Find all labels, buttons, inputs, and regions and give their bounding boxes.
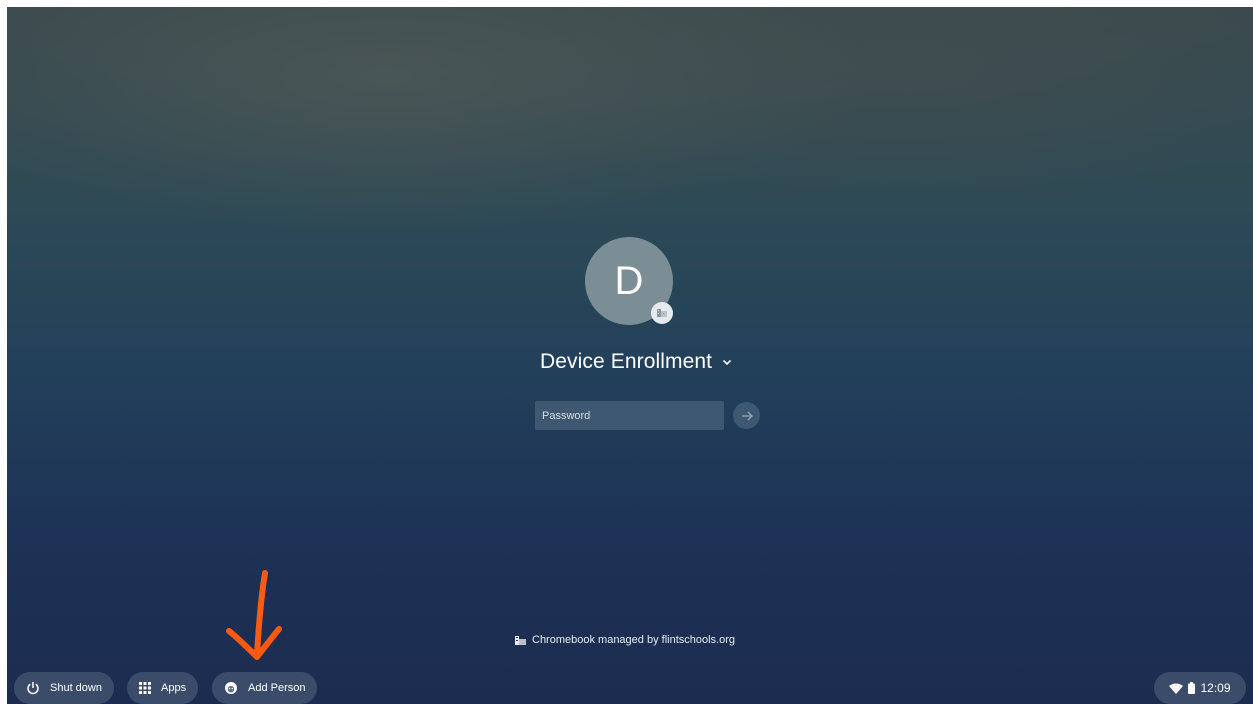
status-tray[interactable]: 12:09	[1154, 672, 1246, 704]
login-screen: D Device Enrollment Chromebook managed b…	[7, 7, 1253, 704]
chevron-down-icon	[722, 359, 732, 366]
grid-icon	[139, 682, 151, 694]
add-person-label: Add Person	[248, 682, 306, 694]
annotation-arrow-icon	[226, 570, 282, 660]
shutdown-label: Shut down	[50, 682, 102, 694]
shutdown-button[interactable]: Shut down	[14, 672, 114, 704]
submit-button[interactable]	[733, 402, 760, 429]
wifi-icon	[1169, 683, 1184, 694]
building-icon	[515, 635, 526, 645]
battery-icon	[1188, 682, 1196, 694]
avatar-letter: D	[614, 259, 644, 303]
managed-notice: Chromebook managed by flintschools.org	[515, 632, 735, 648]
add-person-button[interactable]: Add Person	[212, 672, 318, 704]
building-icon	[657, 309, 667, 317]
add-person-icon	[224, 681, 238, 695]
clock-time: 12:09	[1200, 681, 1231, 695]
apps-button[interactable]: Apps	[127, 672, 199, 704]
password-input[interactable]	[535, 401, 724, 430]
apps-label: Apps	[161, 682, 187, 694]
enterprise-badge	[651, 302, 673, 324]
user-name: Device Enrollment	[540, 350, 713, 373]
power-icon	[26, 681, 40, 695]
managed-text: Chromebook managed by flintschools.org	[532, 634, 736, 646]
arrow-right-icon	[741, 411, 753, 420]
user-name-dropdown[interactable]: Device Enrollment	[540, 347, 732, 377]
